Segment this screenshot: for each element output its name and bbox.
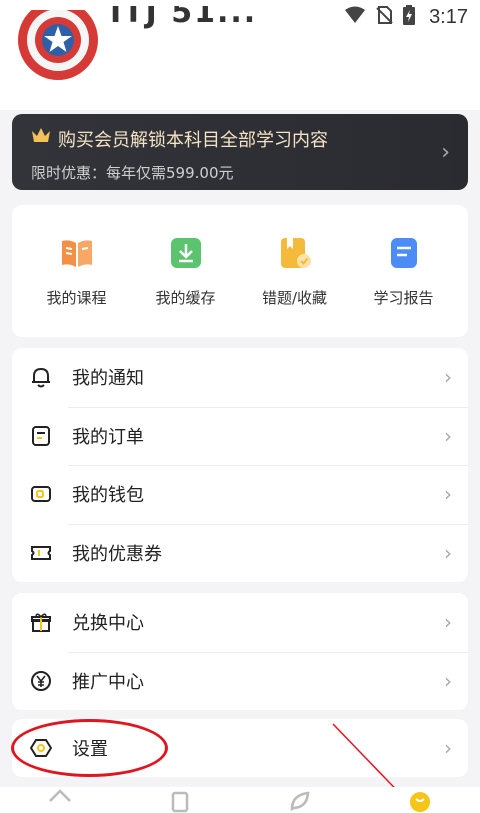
menu-promotion-center[interactable]: 推广中心 ›: [12, 651, 468, 711]
tab-mine[interactable]: [400, 787, 440, 813]
leaf-icon: [287, 787, 313, 813]
menu-group-account: 我的通知 › 我的订单 › 我的钱包 › 我的优惠券 ›: [12, 348, 468, 582]
chevron-right-icon: ›: [444, 610, 452, 635]
vip-title: 购买会员解锁本科目全部学习内容: [58, 130, 328, 151]
quick-label: 学习报告: [373, 288, 434, 307]
quick-my-courses[interactable]: 我的课程: [27, 235, 127, 308]
menu-label: 兑换中心: [72, 613, 144, 635]
profile-tab-icon: [407, 787, 433, 813]
status-bar: 3:17: [0, 0, 480, 34]
status-time: 3:17: [429, 5, 468, 28]
menu-my-coupons[interactable]: 我的优惠券 ›: [12, 523, 468, 583]
bookmark-icon: [277, 235, 313, 271]
chevron-right-icon: ›: [444, 423, 452, 448]
wifi-icon: [345, 6, 366, 29]
vip-banner[interactable]: 购买会员解锁本科目全部学习内容 限时优惠：每年仅需599.00元 ›: [12, 114, 468, 190]
menu-my-wallet[interactable]: 我的钱包 ›: [12, 465, 468, 524]
menu-label: 我的钱包: [72, 485, 144, 507]
chevron-right-icon: ›: [444, 365, 452, 390]
annotation-circle: [11, 719, 168, 777]
menu-label: 我的通知: [72, 368, 144, 390]
coupon-icon: [30, 542, 52, 564]
menu-label: 推广中心: [72, 671, 144, 693]
order-icon: [30, 425, 52, 447]
report-icon: [386, 235, 422, 271]
crown-icon: [31, 126, 51, 148]
no-sim-icon: [375, 5, 393, 29]
tab-discover[interactable]: [280, 787, 320, 813]
book-icon: [59, 235, 95, 271]
bottom-tab-bar: [0, 787, 480, 813]
menu-my-notifications[interactable]: 我的通知 ›: [12, 348, 468, 407]
quick-study-report[interactable]: 学习报告: [354, 235, 454, 308]
quick-label: 错题/收藏: [261, 288, 328, 307]
chevron-right-icon: ›: [444, 668, 452, 693]
chevron-right-icon: ›: [444, 540, 452, 565]
battery-icon: [403, 4, 416, 30]
book-outline-icon: [167, 787, 193, 813]
bell-icon: [30, 366, 52, 388]
menu-redeem-center[interactable]: 兑换中心 ›: [12, 593, 468, 652]
quick-actions: 我的课程 我的缓存 错题/收藏 学习报告: [12, 205, 468, 337]
quick-label: 我的课程: [46, 288, 107, 307]
vip-subtitle: 限时优惠：每年仅需599.00元: [31, 164, 234, 182]
quick-label: 我的缓存: [155, 288, 216, 307]
menu-label: 我的优惠券: [72, 543, 162, 565]
menu-label: 我的订单: [72, 426, 144, 448]
chevron-right-icon: ›: [444, 736, 452, 761]
wallet-icon: [30, 483, 52, 505]
yen-icon: [30, 670, 52, 692]
quick-my-cache[interactable]: 我的缓存: [136, 235, 236, 308]
menu-my-orders[interactable]: 我的订单 ›: [12, 406, 468, 466]
chevron-right-icon: ›: [441, 140, 450, 165]
quick-mistakes-favorites[interactable]: 错题/收藏: [245, 235, 345, 308]
home-icon: [47, 787, 73, 813]
gift-icon: [30, 611, 52, 633]
tab-study[interactable]: [160, 787, 200, 813]
menu-group-centers: 兑换中心 › 推广中心 ›: [12, 593, 468, 710]
download-icon: [168, 235, 204, 271]
chevron-right-icon: ›: [444, 482, 452, 507]
tab-home[interactable]: [40, 787, 80, 813]
